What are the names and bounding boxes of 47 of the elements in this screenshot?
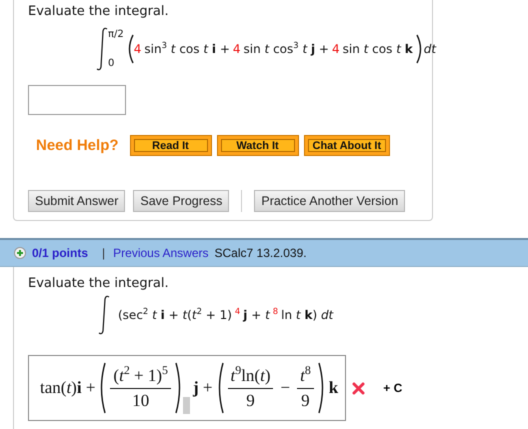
integral-sign-icon [96,27,108,71]
separator: | [102,246,106,260]
math-term: 8 [272,308,278,318]
upper-limit: π/2 [108,29,124,40]
action-button[interactable]: Practice Another Version [254,190,406,212]
help-button[interactable]: Read It [130,135,212,156]
right-parenthesis-icon [318,362,326,414]
left-parenthesis-icon [98,362,106,414]
help-button[interactable]: Watch It [216,135,299,156]
math-term: 4 [232,42,241,56]
previous-answers-link[interactable]: Previous Answers [113,246,209,260]
math-term: ln t k) dt [281,308,334,322]
integral-sign-icon [98,295,110,335]
math-term: 4 [234,308,240,318]
math-term: dt [424,42,436,56]
math-term: k [328,378,338,398]
plus-icon[interactable] [14,247,26,259]
math-term: − [280,378,290,398]
right-parenthesis-icon [416,34,424,64]
math-term: sin t cos$^{3}$ t j + [244,42,329,56]
question-prompt: Evaluate the integral. [28,4,170,19]
fraction-denominator: 9 [246,390,255,410]
answer-field[interactable] [28,85,126,115]
math-term: 4 [332,42,340,56]
math-term: j + t [243,308,270,322]
fraction-numerator: (t$^{2}$ + 1)$^{5}$ [110,366,171,388]
need-help-label: Need Help? [36,137,119,154]
lower-limit: 0 [108,58,116,69]
math-term: tan(t)i + [40,378,96,398]
source-label: SCalc7 13.2.039. [214,246,307,260]
constant-label: + C [383,381,402,395]
math-term: sin t cos t k [342,42,413,56]
fraction-numerator: t$^{9}$ln(t) [228,366,274,388]
help-button[interactable]: Chat About It [304,135,390,156]
math-term: (sec$^{2}$ t i + t(t$^{2}$ + 1) [118,308,232,322]
action-button[interactable]: Save Progress [133,190,230,212]
right-parenthesis-icon [174,362,183,414]
points-score: 0/1 points [32,246,88,260]
question-prompt: Evaluate the integral. [28,276,170,291]
math-term: sin$^{3}$ t cos t i + [144,42,230,56]
text-cursor [182,397,190,414]
fraction-numerator: t$^{8}$ [297,366,314,388]
action-button[interactable]: Submit Answer [28,190,126,212]
math-term: 4 [134,42,142,56]
fraction-denominator: 9 [301,390,310,410]
fraction-denominator: 10 [132,390,150,410]
math-term: j + [192,378,212,398]
